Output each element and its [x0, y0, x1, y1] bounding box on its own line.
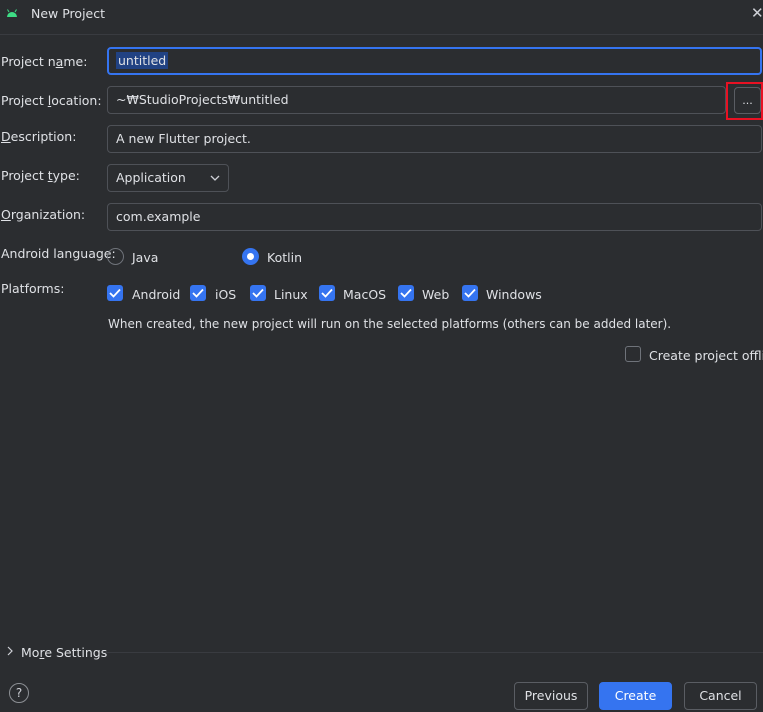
project-name-label: Project name: [1, 54, 88, 69]
android-language-label: Android language: [1, 246, 116, 261]
ios-checkbox[interactable] [190, 285, 206, 301]
check-icon [464, 288, 476, 298]
macos-checkbox[interactable] [319, 285, 335, 301]
linux-platform-label[interactable]: Linux [274, 287, 308, 302]
project-location-value: ~₩StudioProjects₩untitled [116, 92, 289, 107]
java-label[interactable]: Java [132, 250, 158, 265]
project-type-value: Application [116, 170, 186, 185]
platforms-label: Platforms: [1, 281, 65, 296]
offline-label[interactable]: Create project offline [649, 348, 763, 363]
offline-checkbox[interactable] [625, 346, 641, 362]
window-title: New Project [31, 6, 106, 21]
android-platform-label[interactable]: Android [132, 287, 180, 302]
java-radio[interactable] [107, 248, 124, 265]
chevron-right-icon[interactable] [7, 646, 13, 656]
check-icon [192, 288, 204, 298]
title-bar: New Project ✕ [0, 0, 763, 30]
chevron-down-icon [210, 175, 220, 181]
project-type-dropdown[interactable]: Application [107, 164, 229, 192]
organization-value: com.example [116, 209, 201, 224]
create-button[interactable]: Create [599, 682, 672, 710]
browse-location-button[interactable]: ... [734, 87, 761, 114]
project-name-input[interactable]: untitled [107, 47, 762, 75]
project-type-label: Project type: [1, 168, 80, 183]
windows-checkbox[interactable] [462, 285, 478, 301]
organization-label: Organization: [1, 207, 86, 222]
description-input[interactable]: A new Flutter project. [107, 125, 762, 153]
macos-platform-label[interactable]: MacOS [343, 287, 386, 302]
project-location-input[interactable]: ~₩StudioProjects₩untitled [107, 86, 726, 114]
check-icon [109, 288, 121, 298]
project-name-value: untitled [116, 52, 169, 69]
check-icon [400, 288, 412, 298]
ios-platform-label[interactable]: iOS [215, 287, 236, 302]
check-icon [252, 288, 264, 298]
more-settings-toggle[interactable]: More Settings [21, 645, 107, 660]
previous-button[interactable]: Previous [514, 682, 588, 710]
more-settings-divider [104, 652, 763, 653]
windows-platform-label[interactable]: Windows [486, 287, 542, 302]
web-platform-label[interactable]: Web [422, 287, 449, 302]
description-label: Description: [1, 129, 77, 144]
platforms-note: When created, the new project will run o… [108, 317, 672, 331]
project-location-label: Project location: [1, 93, 102, 108]
close-icon[interactable]: ✕ [751, 6, 763, 21]
cancel-button[interactable]: Cancel [684, 682, 757, 710]
description-value: A new Flutter project. [116, 131, 251, 146]
title-separator [0, 34, 763, 35]
linux-checkbox[interactable] [250, 285, 266, 301]
organization-input[interactable]: com.example [107, 203, 762, 231]
web-checkbox[interactable] [398, 285, 414, 301]
android-icon [7, 9, 17, 17]
kotlin-radio[interactable] [242, 248, 259, 265]
check-icon [321, 288, 333, 298]
help-icon[interactable]: ? [9, 683, 29, 703]
android-checkbox[interactable] [107, 285, 123, 301]
kotlin-label[interactable]: Kotlin [267, 250, 302, 265]
